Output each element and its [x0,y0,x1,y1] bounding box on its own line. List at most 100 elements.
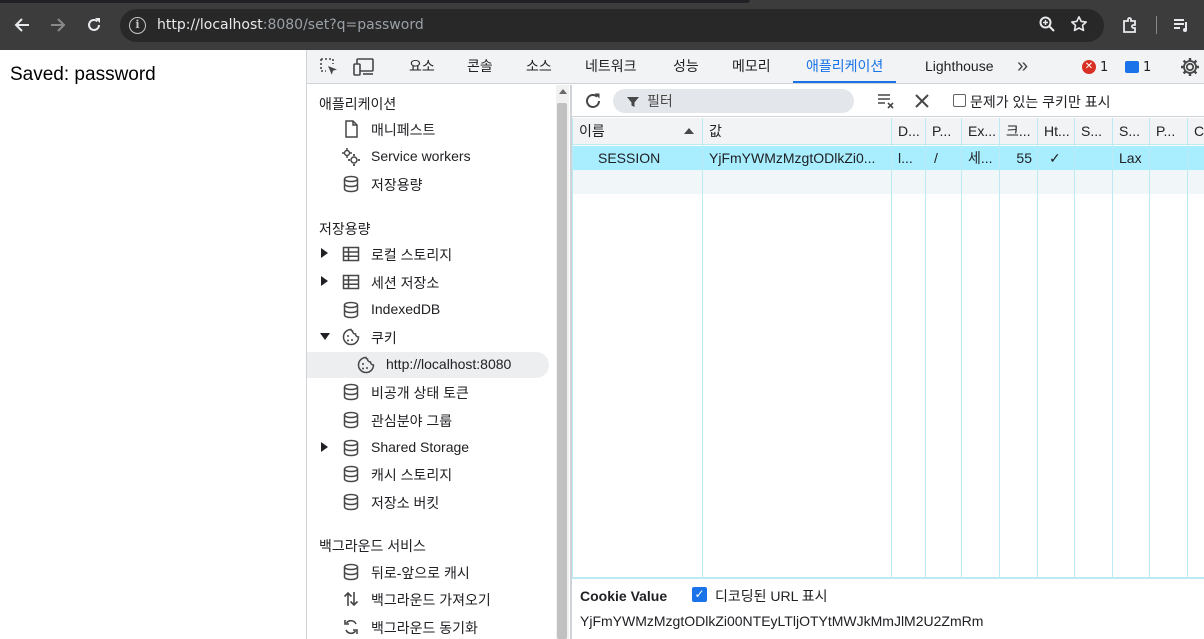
cell-path: / [934,150,938,166]
message-icon [1125,61,1139,73]
only-issues-checkbox[interactable] [953,94,966,107]
sidebar-item-indexeddb[interactable]: IndexedDB [307,297,557,323]
tab-lighthouse[interactable]: Lighthouse [925,50,994,83]
sidebar-item-service-workers[interactable]: Service workers [307,144,557,170]
database-icon [341,382,361,402]
sidebar-item-cookie-origin[interactable]: http://localhost:8080 [307,352,549,378]
sidebar-item-storage[interactable]: 저장용량 [307,171,557,197]
expand-arrow-icon[interactable] [321,276,328,286]
message-badge[interactable]: 1 [1125,59,1151,75]
clear-filtered-cookies-icon[interactable] [876,91,896,111]
column-header-value[interactable]: 값 [703,118,892,145]
sidebar-item-bfcache[interactable]: 뒤로-앞으로 캐시 [307,559,557,585]
column-divider [1149,145,1150,577]
cell-secure [1075,146,1113,170]
settings-gear-icon[interactable] [1179,56,1201,78]
sidebar-item-local-storage[interactable]: 로컬 스토리지 [307,241,557,267]
column-header-secure[interactable]: S... [1075,118,1113,145]
devtools-panel: 요소 콘솔 소스 네트워크 성능 메모리 애플리케이션 Lighthouse »… [306,50,1204,639]
cell-samesite: Lax [1119,150,1142,166]
column-header-domain[interactable]: D... [892,118,926,145]
extensions-icon[interactable] [1119,14,1141,36]
sidebar-item-storage-buckets[interactable]: 저장소 버킷 [307,489,557,515]
tab-elements[interactable]: 요소 [409,50,435,83]
sidebar-scrollbar[interactable] [556,85,569,639]
tab-strip-edge [0,0,750,3]
sidebar-heading-background-services: 백그라운드 서비스 [319,538,426,554]
site-info-icon[interactable]: i [129,17,146,34]
database-icon [341,300,361,320]
application-sidebar: 애플리케이션 매니페스트 Service workers 저장용량 저장용량 로… [307,85,570,639]
url-text[interactable]: http://localhost:8080/set?q=password [157,17,424,33]
back-icon[interactable] [11,14,33,36]
clear-all-cookies-icon[interactable] [912,91,932,111]
column-divider [1187,145,1188,577]
sidebar-heading-storage: 저장용량 [319,221,371,237]
expand-arrow-icon[interactable] [321,248,328,258]
bookmark-star-icon[interactable] [1069,15,1089,35]
cookie-filter[interactable] [613,89,854,113]
sidebar-item-label: http://localhost:8080 [386,356,512,372]
column-header-httponly[interactable]: Ht... [1038,118,1075,145]
cell-value: YjFmYWMzMzgtODlkZi0... [709,150,876,166]
reload-icon[interactable] [83,14,105,36]
reading-list-icon[interactable] [1170,14,1192,36]
tab-console[interactable]: 콘솔 [467,50,493,83]
tab-memory[interactable]: 메모리 [732,50,771,83]
message-count: 1 [1143,59,1152,75]
sidebar-item-manifest[interactable]: 매니페스트 [307,116,557,142]
sidebar-item-cookies[interactable]: 쿠키 [307,324,557,350]
column-header-partition[interactable]: P... [1150,118,1188,145]
column-header-cross-site[interactable]: Cr [1188,118,1204,145]
column-divider [961,145,962,577]
more-tabs-icon[interactable]: » [1017,50,1028,83]
sidebar-item-background-fetch[interactable]: 백그라운드 가져오기 [307,586,557,612]
show-decoded-url-checkbox[interactable]: ✓ [692,587,707,602]
sidebar-item-interest-groups[interactable]: 관심분야 그룹 [307,407,557,433]
device-toolbar-icon[interactable] [353,57,374,77]
gears-icon [341,147,361,167]
column-divider [925,145,926,577]
scroll-up-arrow-icon[interactable] [559,89,567,94]
tab-sources[interactable]: 소스 [526,50,552,83]
column-header-path[interactable]: P... [926,118,962,145]
sidebar-item-cache-storage[interactable]: 캐시 스토리지 [307,461,557,487]
cookie-icon [341,327,361,347]
forward-icon[interactable] [47,14,69,36]
column-header-size[interactable]: 크... [1000,118,1038,145]
tab-application[interactable]: 애플리케이션 [793,50,897,83]
inspect-element-icon[interactable] [319,57,339,77]
sidebar-item-label: 관심분야 그룹 [371,413,453,429]
sidebar-item-background-sync[interactable]: 백그라운드 동기화 [307,614,557,639]
column-divider [1112,145,1113,577]
devtools-tab-bar: 요소 콘솔 소스 네트워크 성능 메모리 애플리케이션 Lighthouse »… [307,50,1204,84]
tab-network[interactable]: 네트워크 [585,50,637,83]
collapse-arrow-icon[interactable] [320,333,330,340]
sidebar-item-shared-storage[interactable]: Shared Storage [307,435,557,461]
expand-arrow-icon[interactable] [321,442,328,452]
sync-icon [341,617,361,637]
column-header-name[interactable]: 이름 [573,118,703,145]
table-row[interactable]: SESSION YjFmYWMzMzgtODlkZi0... l... / 세.… [573,146,1204,170]
page-saved-text: Saved: password [10,64,156,85]
refresh-icon[interactable] [583,91,603,111]
cell-httponly: ✓ [1049,150,1061,166]
sidebar-item-label: 비공개 상태 토큰 [371,385,469,401]
column-header-samesite[interactable]: S... [1113,118,1150,145]
only-issues-label: 문제가 있는 쿠키만 표시 [970,94,1111,110]
error-badge[interactable]: ✕ 1 [1082,59,1108,75]
cell-domain: l... [898,150,913,166]
filter-input[interactable] [647,91,847,111]
column-header-expires[interactable]: Ex... [962,118,1000,145]
tab-performance[interactable]: 성능 [673,50,699,83]
sidebar-item-private-state-tokens[interactable]: 비공개 상태 토큰 [307,379,557,405]
sidebar-item-label: 저장소 버킷 [371,495,440,511]
url-port: :8080 [262,17,304,33]
sidebar-item-session-storage[interactable]: 세션 저장소 [307,269,557,295]
scrollbar-thumb[interactable] [557,103,567,639]
sidebar-item-label: IndexedDB [371,301,441,317]
column-divider [1074,145,1075,577]
zoom-icon[interactable] [1037,15,1057,35]
cell-expires: 세... [968,150,993,166]
address-bar[interactable]: i http://localhost:8080/set?q=password [120,9,1104,42]
